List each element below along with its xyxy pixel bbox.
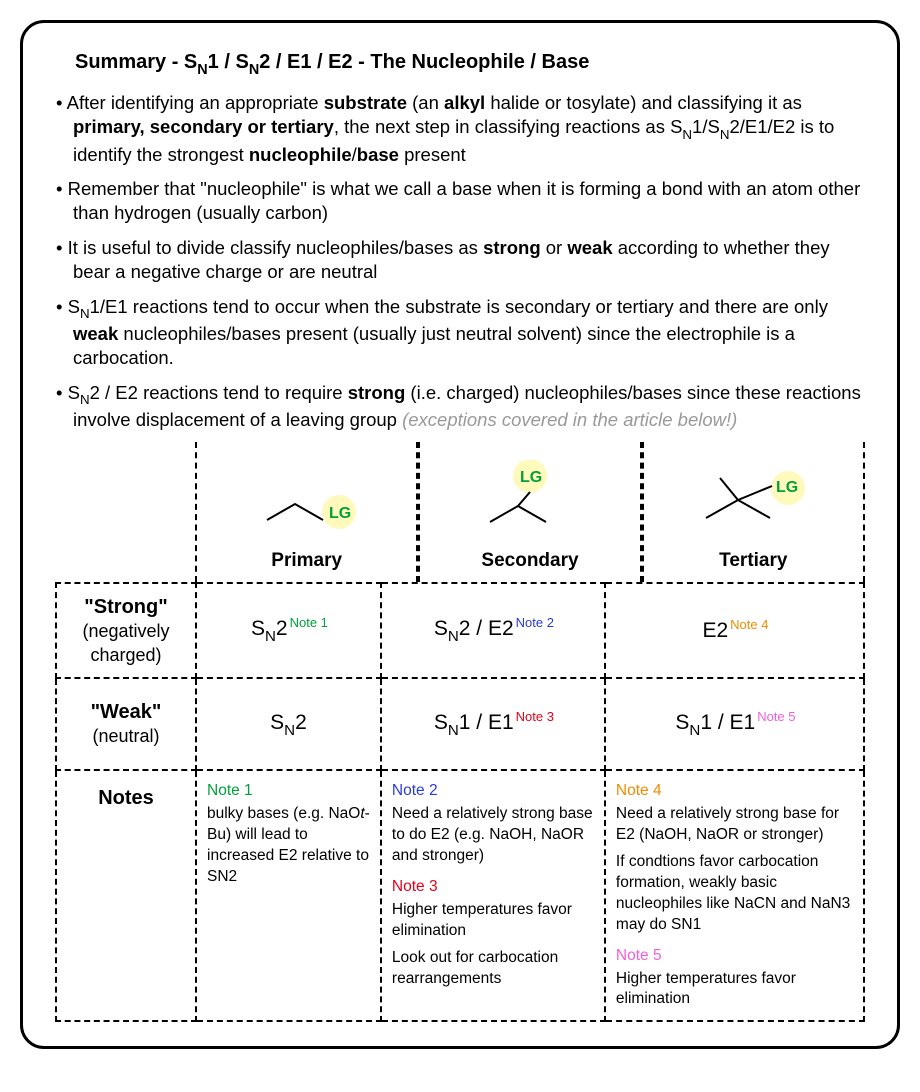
weak-secondary-cell: SN1 / E1Note 3 (381, 678, 605, 770)
reaction-table: "Strong" (negatively charged) SN2Note 1 … (55, 582, 865, 1022)
row-head-label: "Weak" (91, 701, 162, 723)
col-label-tertiary: Tertiary (719, 550, 787, 572)
note-label: Note 1 (207, 781, 370, 802)
note-ref: Note 2 (516, 615, 554, 630)
weak-primary-cell: SN2 (196, 678, 381, 770)
note-label: Note 3 (392, 877, 594, 898)
note-text: Need a relatively strong base to do E2 (… (392, 804, 594, 867)
summary-card: Summary - SN1 / SN2 / E1 / E2 - The Nucl… (20, 20, 900, 1049)
weak-row-head: "Weak" (neutral) (56, 678, 196, 770)
note-ref: Note 4 (730, 617, 768, 632)
notes-primary: Note 1 bulky bases (e.g. NaOt-Bu) will l… (196, 770, 381, 1021)
note-text: Need a relatively strong base for E2 (Na… (616, 804, 853, 846)
title: Summary - SN1 / SN2 / E1 / E2 - The Nucl… (75, 51, 865, 77)
title-frag: 2 / E1 / E2 - The Nucleophile / Base (259, 51, 589, 73)
reaction-text: S (251, 617, 265, 640)
note-label: Note 4 (616, 781, 853, 802)
notes-row: Notes Note 1 bulky bases (e.g. NaOt-Bu) … (56, 770, 864, 1021)
note-ref: Note 3 (516, 709, 554, 724)
primary-molecule-icon: LG (247, 470, 367, 540)
tertiary-molecule-icon: LG (678, 460, 828, 540)
lg-label: LG (329, 505, 351, 522)
note-text: Look out for carbocation rearrangements (392, 948, 594, 990)
lg-label: LG (520, 469, 542, 486)
bullet-item: After identifying an appropriate substra… (55, 91, 865, 167)
note-ref: Note 1 (290, 615, 328, 630)
note-text: If condtions favor carbocation formation… (616, 852, 853, 936)
notes-tertiary: Note 4 Need a relatively strong base for… (605, 770, 864, 1021)
strong-tertiary-cell: E2Note 4 (605, 583, 864, 678)
note-label: Note 2 (392, 781, 594, 802)
note-label: Note 5 (616, 946, 853, 967)
notes-head: Notes (56, 770, 196, 1021)
bullet-item: It is useful to divide classify nucleoph… (55, 236, 865, 285)
row-head-label: "Strong" (84, 596, 167, 618)
row-head-sub: (neutral) (92, 726, 159, 746)
strong-primary-cell: SN2Note 1 (196, 583, 381, 678)
bullet-item: SN1/E1 reactions tend to occur when the … (55, 295, 865, 371)
note-text: Higher temperatures favor elimination (616, 969, 853, 1011)
strong-secondary-cell: SN2 / E2Note 2 (381, 583, 605, 678)
bullet-item: SN2 / E2 reactions tend to require stron… (55, 381, 865, 433)
row-head-sub: (negatively charged) (82, 621, 169, 664)
col-label-secondary: Secondary (481, 550, 578, 572)
weak-row: "Weak" (neutral) SN2 SN1 / E1Note 3 SN1 … (56, 678, 864, 770)
strong-row: "Strong" (negatively charged) SN2Note 1 … (56, 583, 864, 678)
tertiary-structure: LG Tertiary (642, 442, 865, 582)
notes-secondary: Note 2 Need a relatively strong base to … (381, 770, 605, 1021)
col-label-primary: Primary (271, 550, 342, 572)
secondary-structure: LG Secondary (418, 442, 641, 582)
note-text: bulky bases (e.g. NaOt-Bu) will lead to … (207, 804, 370, 888)
title-frag: Summary - S (75, 51, 197, 73)
lg-label: LG (776, 479, 798, 496)
primary-structure: LG Primary (195, 442, 418, 582)
strong-row-head: "Strong" (negatively charged) (56, 583, 196, 678)
note-text: Higher temperatures favor elimination (392, 900, 594, 942)
note-ref: Note 5 (757, 709, 795, 724)
weak-tertiary-cell: SN1 / E1Note 5 (605, 678, 864, 770)
bullet-item: Remember that "nucleophile" is what we c… (55, 177, 865, 226)
structure-row: LG Primary LG Secondary LG Tertiary (55, 442, 865, 582)
secondary-molecule-icon: LG (460, 460, 600, 540)
title-frag: 1 / S (208, 51, 249, 73)
bullet-list: After identifying an appropriate substra… (55, 91, 865, 432)
